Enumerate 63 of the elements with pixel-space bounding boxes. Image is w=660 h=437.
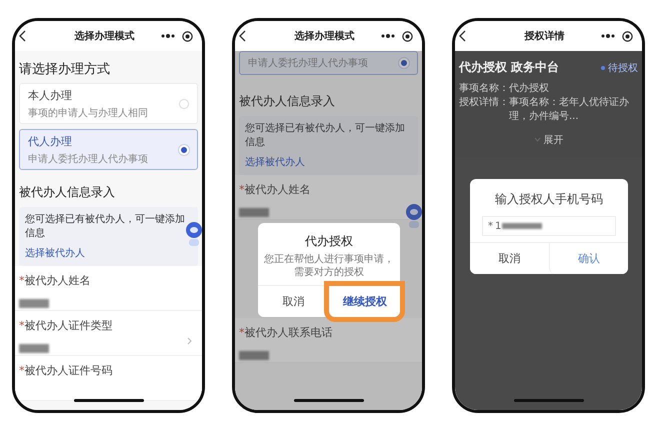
- form-row[interactable]: *被代办人证件号码: [15, 356, 202, 401]
- form-row[interactable]: *被代办人姓名: [235, 175, 422, 220]
- form-row[interactable]: *被代办人联系电话: [235, 318, 422, 363]
- dialog-title: 代办授权: [304, 233, 354, 250]
- option-card[interactable]: 本人办理 事项的申请人与办理人相同: [19, 83, 198, 124]
- notice-text: 您可选择已有被代办人，可一键添加信息: [25, 213, 186, 241]
- required-mark: *: [239, 326, 244, 339]
- circle-dot-icon[interactable]: [402, 30, 413, 42]
- page-title: 选择办理模式: [74, 30, 136, 43]
- form-row[interactable]: *被代办人姓名: [15, 266, 202, 311]
- dialog-title: 输入授权人手机号码: [494, 191, 604, 208]
- option-title: 代人办理: [28, 134, 73, 148]
- status-dot: [601, 66, 605, 70]
- option-card[interactable]: 代人办理 申请人委托办理人代办事项: [19, 129, 198, 170]
- detail-value: 代办授权: [509, 82, 550, 96]
- required-mark: *: [19, 364, 24, 377]
- home-indicator: [514, 399, 584, 402]
- section-heading: 被代办人信息录入: [19, 184, 116, 201]
- field-label: 被代办人姓名: [24, 274, 90, 287]
- assistant-icon[interactable]: [404, 203, 422, 229]
- back-icon[interactable]: [19, 30, 26, 42]
- required-mark: *: [19, 274, 24, 287]
- expand-link[interactable]: 展开: [534, 132, 564, 146]
- select-person-link[interactable]: 选择被代办人: [245, 157, 305, 168]
- required-mark: *: [19, 319, 24, 332]
- field-label: 被代办人姓名: [244, 183, 310, 196]
- option-title: 本人办理: [28, 88, 73, 102]
- radio-button[interactable]: [179, 98, 189, 108]
- chevron-down-icon: [534, 137, 540, 142]
- detail-value: 事项名称：老年人优待证办理，办件编号...: [509, 96, 630, 124]
- field-label: 被代办人证件类型: [24, 319, 112, 332]
- section-heading: 请选择办理方式: [19, 61, 111, 78]
- page-title: 选择办理模式: [294, 30, 356, 43]
- dialog-button[interactable]: 确认: [548, 243, 628, 274]
- required-mark: *: [239, 183, 244, 196]
- section-heading: 被代办人信息录入: [239, 93, 336, 110]
- home-indicator: [74, 399, 144, 402]
- phone-input-field[interactable]: * 1: [482, 216, 616, 236]
- status-label: 待授权: [608, 62, 638, 74]
- dialog-message: 您正在帮他人进行事项申请，需要对方的授权: [263, 253, 395, 280]
- form-row[interactable]: *被代办人证件类型: [15, 311, 202, 356]
- page-title: 授权详情: [523, 29, 566, 43]
- input-value: 1: [495, 220, 502, 232]
- option-description: 申请人委托办理人代办事项: [28, 152, 149, 166]
- select-person-link[interactable]: 选择被代办人: [25, 248, 85, 259]
- circle-dot-icon[interactable]: [622, 30, 633, 42]
- field-label: 被代办人联系电话: [244, 326, 332, 339]
- assistant-icon[interactable]: [184, 221, 202, 247]
- back-icon[interactable]: [459, 30, 466, 42]
- circle-dot-icon[interactable]: [182, 30, 193, 42]
- option-description: 申请人委托办理人代办事项: [248, 56, 369, 70]
- detail-title: 代办授权 政务中台: [459, 59, 560, 76]
- more-icon[interactable]: [381, 34, 395, 38]
- required-mark: *: [488, 220, 493, 232]
- more-icon[interactable]: [161, 34, 175, 38]
- option-description: 事项的申请人与办理人相同: [28, 106, 149, 120]
- detail-label: 授权详情：: [459, 96, 509, 110]
- more-icon[interactable]: [601, 34, 615, 38]
- back-icon[interactable]: [239, 30, 246, 42]
- notice-text: 您可选择已有被代办人，可一键添加信息: [245, 122, 406, 150]
- home-indicator: [294, 399, 364, 402]
- field-label: 被代办人证件号码: [24, 364, 112, 377]
- detail-label: 事项名称：: [459, 82, 509, 96]
